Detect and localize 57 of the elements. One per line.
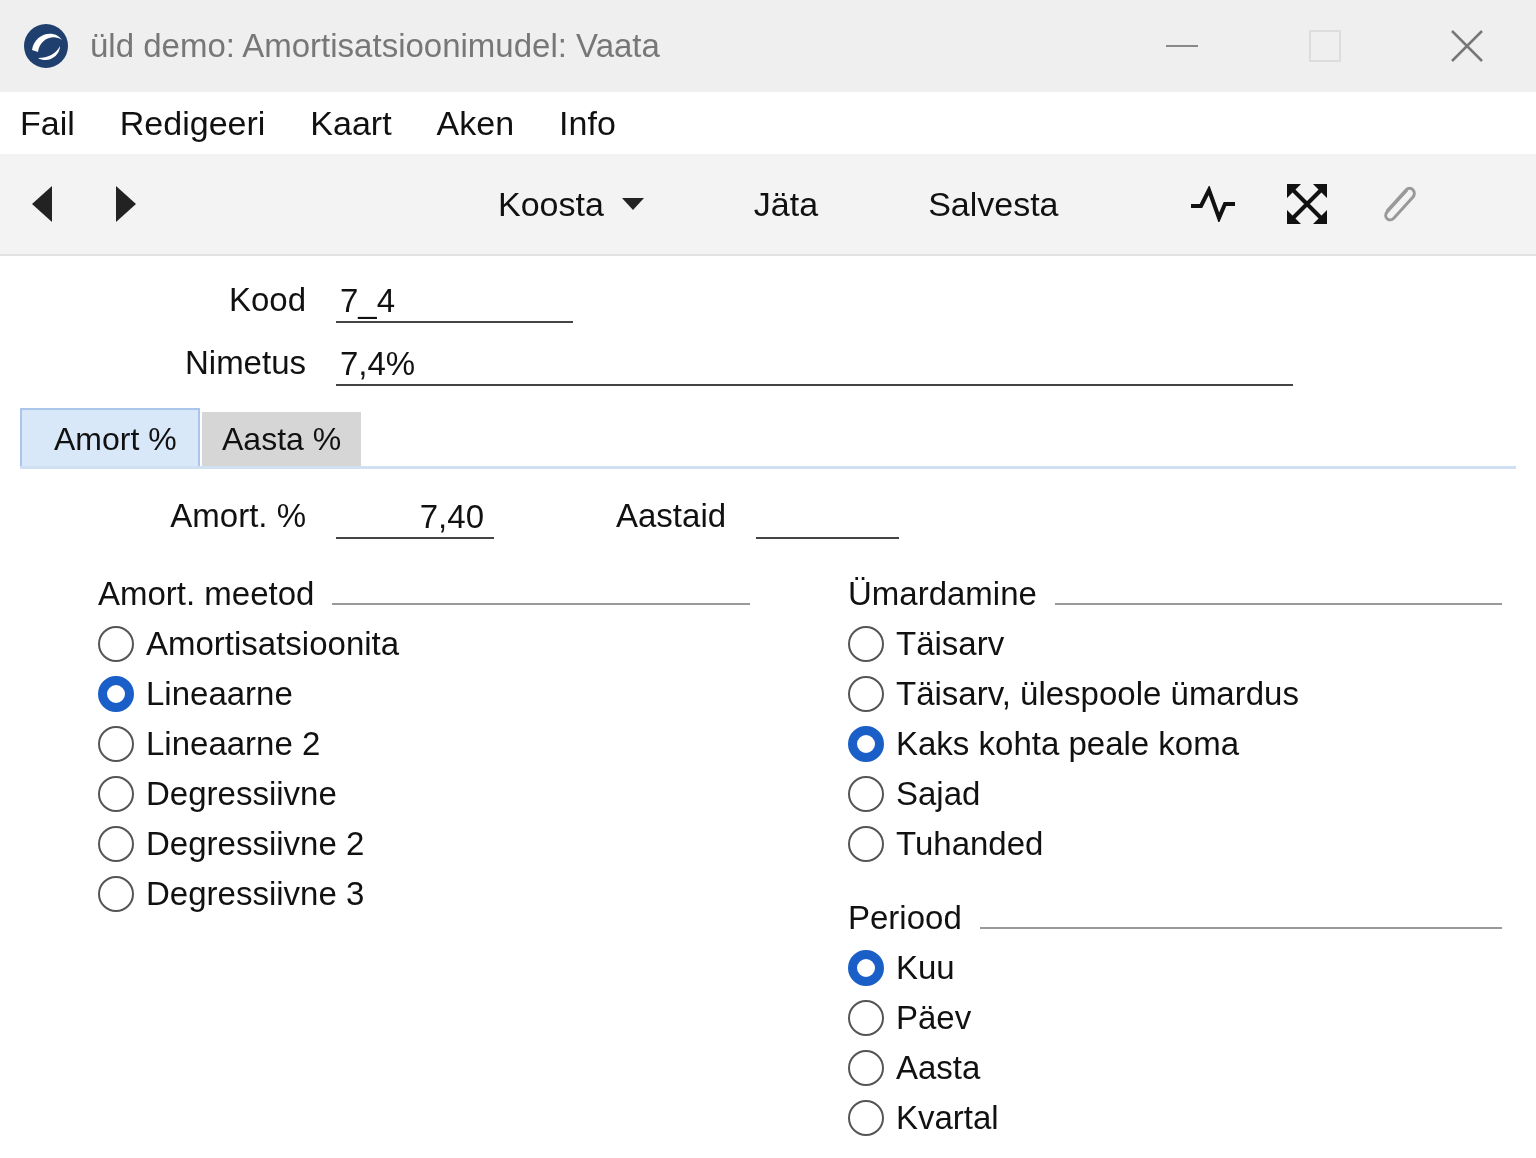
window-title: üld demo: Amortisatsioonimudel: Vaata: [90, 27, 661, 65]
radio-label: Täisarv: [896, 625, 1005, 663]
menu-item[interactable]: Fail: [20, 103, 75, 143]
menu-item[interactable]: Aken: [436, 103, 515, 143]
field-label: Nimetus: [183, 344, 307, 383]
radio-label: Sajad: [896, 775, 981, 813]
radio-label: Degressiivne 2: [146, 825, 365, 863]
group-heading: Periood: [848, 899, 962, 937]
group-heading: Ümardamine: [848, 575, 1037, 613]
menu-item[interactable]: Kaart: [310, 103, 392, 143]
toolbar-button[interactable]: Jäta: [753, 184, 819, 224]
field-label: Kood: [227, 281, 307, 320]
input-field[interactable]: 7,4%: [336, 344, 1293, 386]
input-field[interactable]: 7,40: [336, 497, 494, 539]
radio-label: Tuhanded: [896, 825, 1044, 863]
radio-button[interactable]: [848, 950, 884, 986]
radio-button[interactable]: [848, 726, 884, 762]
pulse-icon[interactable]: [1188, 186, 1237, 222]
radio-button[interactable]: [848, 676, 884, 712]
radio-button[interactable]: [98, 826, 134, 862]
menu-item[interactable]: Info: [559, 103, 616, 143]
radio-label: Degressiivne: [146, 775, 337, 813]
menu-item[interactable]: Redigeeri: [119, 103, 266, 143]
radio-label: Degressiivne 3: [146, 875, 365, 913]
toolbar-button[interactable]: Koosta: [498, 184, 644, 224]
radio-label: Kaks kohta peale koma: [896, 725, 1240, 763]
radio-label: Kuu: [896, 949, 955, 987]
radio-button[interactable]: [98, 726, 134, 762]
expand-icon[interactable]: [1286, 184, 1327, 224]
radio-button[interactable]: [848, 626, 884, 662]
next-icon[interactable]: [114, 184, 138, 224]
caret-icon: [621, 198, 644, 210]
radio-label: Amortisatsioonita: [146, 625, 400, 663]
radio-label: Päev: [896, 999, 972, 1037]
toolbar-button[interactable]: Salvesta: [928, 184, 1059, 224]
field-label: Aastaid: [616, 497, 727, 536]
radio-button[interactable]: [848, 776, 884, 812]
radio-button[interactable]: [848, 1000, 884, 1036]
radio-button[interactable]: [848, 1100, 884, 1136]
field-label: Amort. %: [169, 497, 307, 536]
previous-icon[interactable]: [30, 184, 54, 224]
radio-label: Kvartal: [896, 1099, 999, 1137]
radio-label: Täisarv, ülespoole ümardus: [896, 675, 1299, 713]
tab[interactable]: Aasta %: [202, 412, 362, 466]
radio-button[interactable]: [98, 876, 134, 912]
close-icon[interactable]: [1450, 29, 1484, 63]
radio-label: Aasta: [896, 1049, 981, 1087]
input-field[interactable]: 7_4: [336, 281, 573, 323]
radio-button[interactable]: [98, 626, 134, 662]
radio-label: Lineaarne 2: [146, 725, 321, 763]
radio-button[interactable]: [848, 1050, 884, 1086]
tab[interactable]: Amort %: [20, 408, 200, 466]
radio-button[interactable]: [98, 776, 134, 812]
group-heading: Amort. meetod: [98, 575, 315, 613]
radio-button[interactable]: [98, 676, 134, 712]
radio-label: Lineaarne: [146, 675, 293, 713]
radio-button[interactable]: [848, 826, 884, 862]
